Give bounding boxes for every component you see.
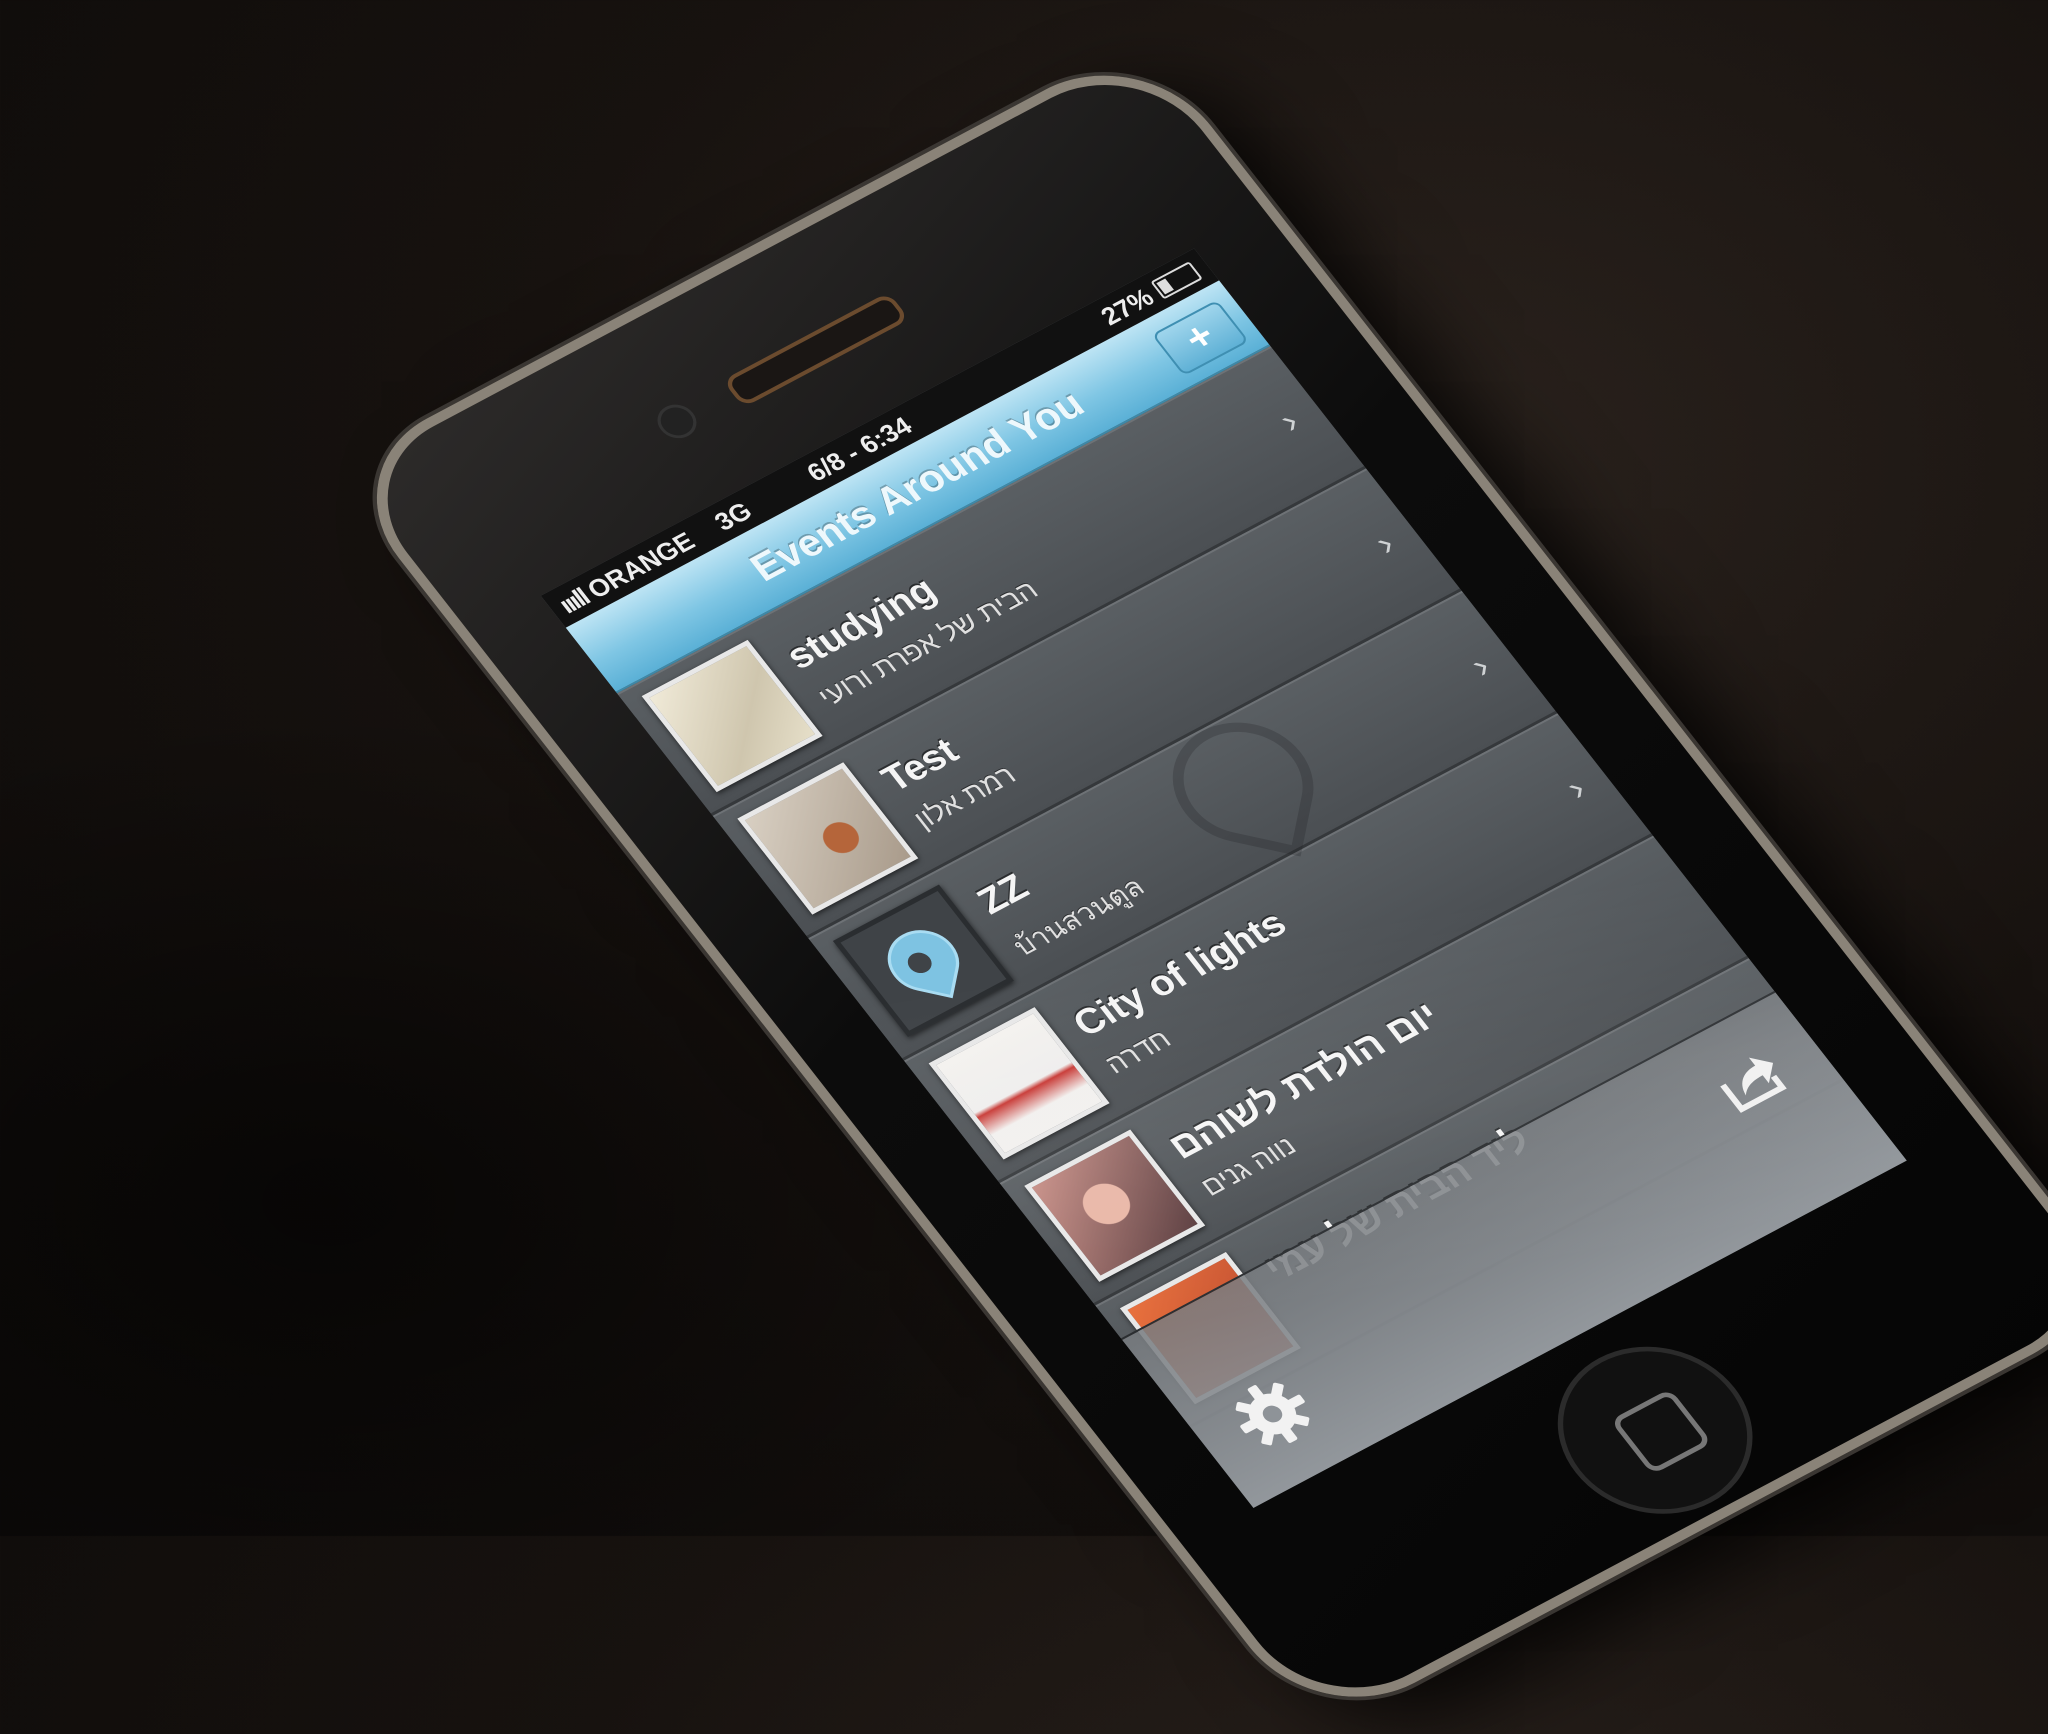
chevron-right-icon: › [1461,646,1499,685]
home-button[interactable] [1519,1316,1791,1545]
chevron-right-icon: › [1270,401,1307,440]
chevron-right-icon: › [1557,768,1594,808]
chevron-right-icon: › [1366,523,1403,563]
gear-icon [1235,1382,1310,1446]
battery-fill [1156,278,1174,295]
share-button[interactable] [1694,1032,1808,1126]
front-camera [649,398,705,445]
earpiece-speaker [722,292,910,408]
app-logo-icon [882,923,965,999]
home-square-icon [1609,1388,1713,1475]
settings-button[interactable] [1212,1363,1333,1465]
event-title: ZZ [969,866,1037,923]
share-icon [1720,1057,1787,1113]
